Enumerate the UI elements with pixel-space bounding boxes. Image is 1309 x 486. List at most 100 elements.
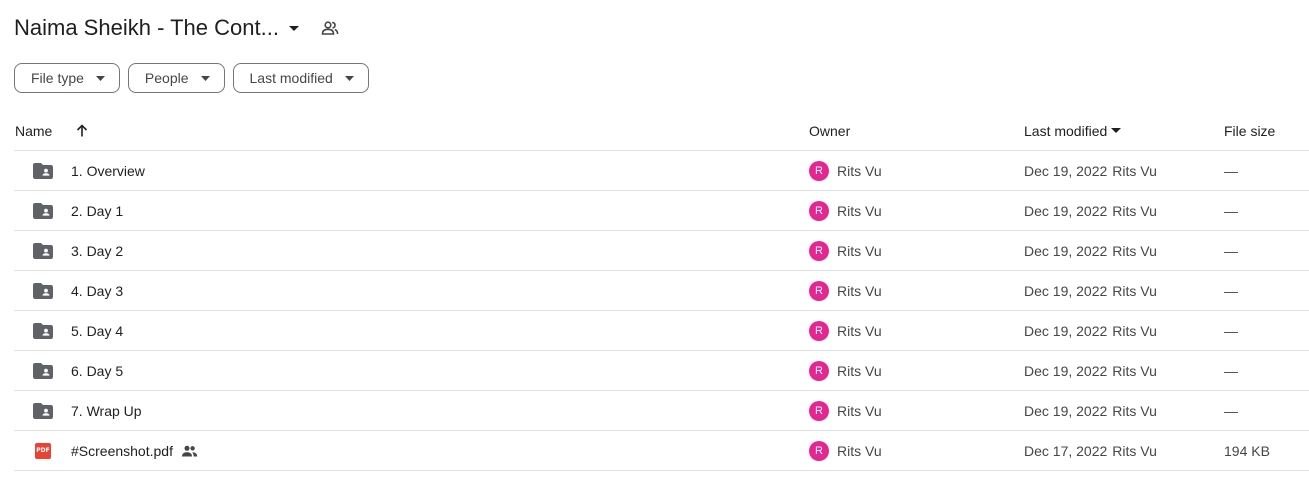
arrow-drop-down-icon <box>200 75 210 81</box>
modified-by: Rits Vu <box>1112 202 1157 219</box>
owner-cell: R Rits Vu <box>809 431 882 470</box>
owner-cell: R Rits Vu <box>809 311 882 350</box>
file-name: 6. Day 5 <box>71 362 124 379</box>
file-name: 1. Overview <box>71 162 145 179</box>
arrow-drop-down-icon[interactable] <box>288 25 299 31</box>
file-size: — <box>1224 402 1238 419</box>
file-size-column-header: File size <box>1224 122 1276 139</box>
last-modified-filter-label: Last modified <box>249 70 333 86</box>
modified-date: Dec 19, 2022 <box>1024 362 1108 379</box>
modified-by: Rits Vu <box>1112 322 1157 339</box>
arrow-drop-down-icon <box>344 75 354 81</box>
modified-date: Dec 19, 2022 <box>1024 402 1108 419</box>
last-modified-filter[interactable]: Last modified <box>232 63 369 93</box>
owner-name: Rits Vu <box>837 362 882 379</box>
file-row[interactable]: 3. Day 2 R Rits Vu Dec 19, 2022 Rits Vu … <box>14 231 1309 271</box>
owner-avatar: R <box>809 160 829 181</box>
modified-date: Dec 19, 2022 <box>1024 202 1108 219</box>
owner-avatar: R <box>809 280 829 301</box>
last-modified-cell: Dec 19, 2022 Rits Vu <box>1024 191 1157 230</box>
modified-date: Dec 19, 2022 <box>1024 282 1108 299</box>
shared-folder-icon <box>32 391 54 430</box>
file-row[interactable]: 6. Day 5 R Rits Vu Dec 19, 2022 Rits Vu … <box>14 351 1309 391</box>
owner-avatar: R <box>809 360 829 381</box>
shared-folder-icon <box>32 191 54 230</box>
owner-name: Rits Vu <box>837 402 882 419</box>
shared-folder-icon <box>32 351 54 390</box>
file-size: — <box>1224 282 1238 299</box>
owner-cell: R Rits Vu <box>809 391 882 430</box>
modified-date: Dec 19, 2022 <box>1024 162 1108 179</box>
file-row[interactable]: PDF #Screenshot.pdf R Rits Vu Dec 17, 20… <box>14 431 1309 471</box>
file-row[interactable]: 5. Day 4 R Rits Vu Dec 19, 2022 Rits Vu … <box>14 311 1309 351</box>
file-name: 4. Day 3 <box>71 282 124 299</box>
shared-folder-icon <box>32 271 54 310</box>
file-name: 5. Day 4 <box>71 322 124 339</box>
owner-name: Rits Vu <box>837 322 882 339</box>
file-type-filter[interactable]: File type <box>14 63 120 93</box>
modified-date: Dec 19, 2022 <box>1024 322 1108 339</box>
modified-by: Rits Vu <box>1112 402 1157 419</box>
file-row[interactable]: 2. Day 1 R Rits Vu Dec 19, 2022 Rits Vu … <box>14 191 1309 231</box>
file-name: #Screenshot.pdf <box>71 442 173 459</box>
modified-by: Rits Vu <box>1112 362 1157 379</box>
owner-cell: R Rits Vu <box>809 351 882 390</box>
last-modified-cell: Dec 19, 2022 Rits Vu <box>1024 151 1157 190</box>
owner-name: Rits Vu <box>837 242 882 259</box>
file-size: — <box>1224 242 1238 259</box>
file-row[interactable]: 1. Overview R Rits Vu Dec 19, 2022 Rits … <box>14 151 1309 191</box>
page-header: Naima Sheikh - The Cont... <box>14 12 339 44</box>
page-title: Naima Sheikh - The Cont... <box>14 15 279 40</box>
last-modified-cell: Dec 19, 2022 Rits Vu <box>1024 391 1157 430</box>
modified-by: Rits Vu <box>1112 282 1157 299</box>
modified-by: Rits Vu <box>1112 442 1157 459</box>
modified-by: Rits Vu <box>1112 242 1157 259</box>
owner-column-header[interactable]: Owner <box>809 111 850 150</box>
filter-chips: File type People Last modified <box>14 63 369 93</box>
file-size: — <box>1224 162 1238 179</box>
owner-avatar: R <box>809 320 829 341</box>
owner-name: Rits Vu <box>837 282 882 299</box>
sort-arrow-down-icon <box>1111 128 1122 133</box>
owner-avatar: R <box>809 400 829 421</box>
owner-name: Rits Vu <box>837 162 882 179</box>
modified-date: Dec 19, 2022 <box>1024 242 1108 259</box>
arrow-drop-down-icon <box>95 75 105 81</box>
file-name: 3. Day 2 <box>71 242 124 259</box>
owner-cell: R Rits Vu <box>809 191 882 230</box>
pdf-file-icon: PDF <box>32 431 54 470</box>
people-filter-label: People <box>144 70 189 86</box>
file-row[interactable]: 7. Wrap Up R Rits Vu Dec 19, 2022 Rits V… <box>14 391 1309 431</box>
pdf-badge: PDF <box>35 442 51 459</box>
last-modified-column-label: Last modified <box>1024 122 1108 139</box>
owner-cell: R Rits Vu <box>809 151 882 190</box>
last-modified-cell: Dec 19, 2022 Rits Vu <box>1024 231 1157 270</box>
last-modified-cell: Dec 19, 2022 Rits Vu <box>1024 271 1157 310</box>
people-filter[interactable]: People <box>127 63 225 93</box>
owner-avatar: R <box>809 200 829 221</box>
file-list-header: Name Owner Last modified File size <box>14 111 1309 151</box>
name-column-header[interactable]: Name <box>15 111 52 150</box>
file-type-filter-label: File type <box>31 70 84 86</box>
last-modified-column-header[interactable]: Last modified <box>1024 111 1122 150</box>
owner-cell: R Rits Vu <box>809 271 882 310</box>
people-icon[interactable] <box>321 21 339 35</box>
file-list: Name Owner Last modified File size 1. Ov… <box>14 111 1309 471</box>
shared-folder-icon <box>32 151 54 190</box>
file-rows: 1. Overview R Rits Vu Dec 19, 2022 Rits … <box>14 151 1309 471</box>
owner-avatar: R <box>809 240 829 261</box>
file-name: 2. Day 1 <box>71 202 124 219</box>
owner-cell: R Rits Vu <box>809 231 882 270</box>
last-modified-cell: Dec 19, 2022 Rits Vu <box>1024 351 1157 390</box>
shared-folder-icon <box>32 231 54 270</box>
file-size: — <box>1224 362 1238 379</box>
modified-date: Dec 17, 2022 <box>1024 442 1108 459</box>
owner-name: Rits Vu <box>837 442 882 459</box>
sort-arrow-up-icon[interactable] <box>76 111 88 150</box>
last-modified-cell: Dec 17, 2022 Rits Vu <box>1024 431 1157 470</box>
file-row[interactable]: 4. Day 3 R Rits Vu Dec 19, 2022 Rits Vu … <box>14 271 1309 311</box>
shared-people-icon <box>181 445 198 457</box>
file-size: 194 KB <box>1224 442 1270 459</box>
file-name: 7. Wrap Up <box>71 402 142 419</box>
owner-avatar: R <box>809 440 829 461</box>
